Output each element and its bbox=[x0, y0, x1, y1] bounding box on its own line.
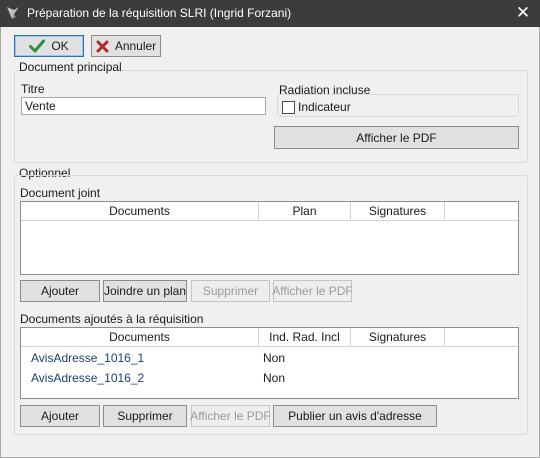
attached-add-button[interactable]: Ajouter bbox=[20, 280, 100, 302]
column-header-filler bbox=[445, 328, 518, 346]
app-logo-icon bbox=[7, 7, 19, 19]
ind-rad-cell: Non bbox=[263, 351, 286, 365]
added-show-pdf-button[interactable]: Afficher le PDF bbox=[190, 405, 271, 427]
attached-show-pdf-button[interactable]: Afficher le PDF bbox=[272, 280, 353, 302]
attached-document-label: Document joint bbox=[20, 186, 101, 200]
column-header-signatures[interactable]: Signatures bbox=[351, 328, 445, 346]
join-plan-button[interactable]: Joindre un plan bbox=[103, 280, 187, 302]
cancel-button-label: Annuler bbox=[114, 39, 157, 53]
added-delete-button[interactable]: Supprimer bbox=[103, 405, 187, 427]
dialog-body: OK Annuler Document principal Titre Vent… bbox=[0, 27, 540, 458]
indicator-checkbox[interactable] bbox=[282, 101, 295, 114]
x-mark-icon bbox=[96, 40, 109, 52]
close-icon[interactable]: ✕ bbox=[510, 1, 536, 25]
title-label: Titre bbox=[21, 82, 45, 96]
ok-button[interactable]: OK bbox=[14, 35, 84, 57]
publish-address-notice-button[interactable]: Publier un avis d'adresse bbox=[273, 405, 437, 427]
title-field[interactable]: Vente bbox=[21, 97, 266, 115]
added-documents-grid[interactable]: Documents Ind. Rad. Incl Signatures Avis… bbox=[20, 327, 519, 399]
cancel-button[interactable]: Annuler bbox=[91, 35, 161, 57]
document-cell[interactable]: AvisAdresse_1016_2 bbox=[21, 368, 253, 388]
ok-button-label: OK bbox=[51, 39, 69, 53]
added-add-button[interactable]: Ajouter bbox=[20, 405, 100, 427]
attached-grid-header: Documents Plan Signatures bbox=[21, 202, 518, 221]
table-row[interactable]: AvisAdresse_1016_2 Non bbox=[21, 368, 439, 388]
ind-rad-cell: Non bbox=[263, 371, 286, 385]
window-title: Préparation de la réquisition SLRI (Ingr… bbox=[27, 6, 292, 20]
column-header-plan[interactable]: Plan bbox=[259, 202, 351, 220]
added-documents-label: Documents ajoutés à la réquisition bbox=[20, 312, 204, 326]
document-cell[interactable]: AvisAdresse_1016_1 bbox=[21, 348, 253, 368]
column-header-ind-rad-incl[interactable]: Ind. Rad. Incl bbox=[259, 328, 351, 346]
attached-delete-button[interactable]: Supprimer bbox=[191, 280, 270, 302]
main-document-group-label: Document principal bbox=[19, 60, 122, 74]
checkmark-icon bbox=[29, 39, 46, 53]
signatures-cell bbox=[345, 368, 439, 388]
table-row[interactable]: AvisAdresse_1016_1 Non bbox=[21, 348, 439, 368]
signatures-cell bbox=[345, 348, 439, 368]
column-header-documents[interactable]: Documents bbox=[21, 202, 259, 220]
column-header-documents[interactable]: Documents bbox=[21, 328, 259, 346]
main-show-pdf-button[interactable]: Afficher le PDF bbox=[274, 126, 519, 149]
column-header-signatures[interactable]: Signatures bbox=[351, 202, 445, 220]
added-grid-header: Documents Ind. Rad. Incl Signatures bbox=[21, 328, 518, 347]
attached-documents-grid[interactable]: Documents Plan Signatures bbox=[20, 201, 519, 275]
indicator-label: Indicateur bbox=[298, 100, 351, 114]
title-bar: Préparation de la réquisition SLRI (Ingr… bbox=[0, 0, 540, 27]
column-header-filler bbox=[445, 202, 518, 220]
